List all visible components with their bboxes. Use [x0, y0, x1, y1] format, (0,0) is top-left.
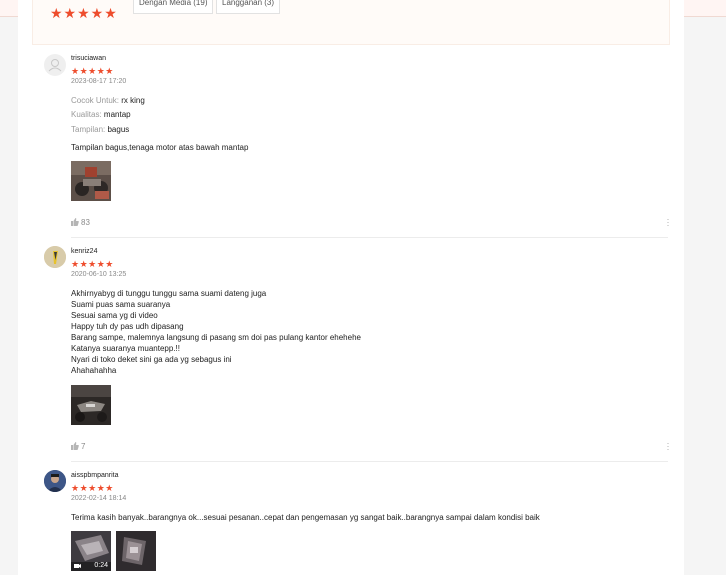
review-attribute: Cocok Untuk: rx king	[71, 96, 145, 105]
review-text-line: Katanya suaranya muantepp.!!	[71, 344, 180, 353]
review-text: Terima kasih banyak..barangnya ok...sesu…	[71, 513, 540, 522]
thumbs-up-icon	[71, 218, 79, 226]
review-attribute: Kualitas: mantap	[71, 110, 131, 119]
like-button[interactable]: 83	[71, 218, 90, 227]
review-photo[interactable]	[71, 385, 111, 425]
review-username[interactable]: aisspbmpanrita	[71, 472, 118, 479]
filter-with-media-button[interactable]: Dengan Media (19)	[133, 0, 214, 14]
summary-stars: ★★★★★	[50, 5, 118, 21]
review-stars: ★★★★★	[71, 259, 114, 269]
more-vertical-icon[interactable]: · · ·	[666, 215, 670, 230]
reviews-card: ★★★★★ Dengan Media (19) Langganan (3) tr…	[18, 0, 684, 575]
review-text: Tampilan bagus,tenaga motor atas bawah m…	[71, 143, 249, 152]
review-text-line: Nyari di toko deket sini ga ada yg sebag…	[71, 355, 232, 364]
like-count: 83	[81, 218, 90, 227]
review-date: 2022-02-14 18:14	[71, 495, 127, 502]
review-divider	[71, 461, 668, 462]
review-text-line: Ahahahahha	[71, 366, 117, 375]
review-text-line: Happy tuh dy pas udh dipasang	[71, 322, 184, 331]
review-text-line: Suami puas sama suaranya	[71, 300, 171, 309]
avatar	[44, 470, 66, 492]
attribute-key: Tampilan:	[71, 125, 106, 134]
video-camera-icon	[74, 564, 81, 568]
user-icon	[48, 59, 62, 72]
review-photo[interactable]	[71, 161, 111, 201]
more-vertical-icon[interactable]: · · ·	[666, 439, 670, 454]
thumbs-up-icon	[71, 442, 79, 450]
video-duration: 0:24	[94, 562, 108, 569]
like-count: 7	[81, 442, 86, 451]
review-video[interactable]: 0:24	[71, 531, 111, 571]
review-username[interactable]: trisuciawan	[71, 55, 106, 62]
review-text-line: Barang sampe, malemnya langsung di pasan…	[71, 333, 361, 342]
review-divider	[71, 237, 668, 238]
avatar	[44, 54, 66, 76]
review-photo[interactable]	[116, 531, 156, 571]
attribute-value: rx king	[121, 96, 145, 105]
filter-subscriber-button[interactable]: Langganan (3)	[216, 0, 281, 14]
review-date: 2023-08-17 17:20	[71, 78, 127, 85]
review-date: 2020-06-10 13:25	[71, 271, 127, 278]
review-stars: ★★★★★	[71, 66, 114, 76]
review-text-line: Akhirnyabyg di tunggu tunggu sama suami …	[71, 289, 267, 298]
review-text-line: Sesuai sama yg di video	[71, 311, 158, 320]
like-button[interactable]: 7	[71, 442, 85, 451]
attribute-key: Cocok Untuk:	[71, 96, 120, 105]
attribute-value: mantap	[103, 110, 131, 119]
attribute-key: Kualitas:	[71, 110, 102, 119]
review-stars: ★★★★★	[71, 483, 114, 493]
attribute-value: bagus	[107, 125, 130, 134]
avatar	[44, 246, 66, 268]
review-username[interactable]: kenriz24	[71, 248, 97, 255]
review-attribute: Tampilan: bagus	[71, 125, 129, 134]
rating-summary: ★★★★★ Dengan Media (19) Langganan (3)	[32, 0, 670, 45]
